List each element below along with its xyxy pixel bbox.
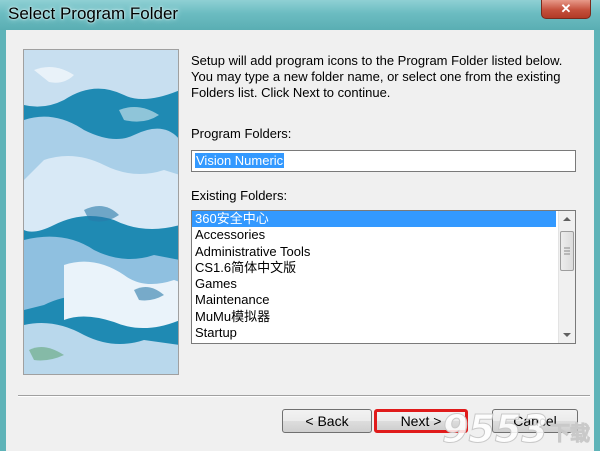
program-folders-label: Program Folders:	[191, 126, 292, 141]
instruction-text: Setup will add program icons to the Prog…	[191, 53, 563, 100]
footer-separator	[18, 395, 590, 397]
list-item[interactable]: MuMu模拟器	[192, 309, 556, 325]
title-bar[interactable]: Select Program Folder ✕	[0, 0, 600, 30]
list-item[interactable]: Startup	[192, 325, 556, 341]
list-item[interactable]: Games	[192, 276, 556, 292]
program-folder-value: Vision Numeric	[195, 153, 285, 168]
back-button[interactable]: < Back	[282, 409, 372, 433]
sky-map-graphic	[24, 50, 178, 374]
list-item[interactable]: Accessories	[192, 227, 556, 243]
list-item[interactable]: Administrative Tools	[192, 244, 556, 260]
watermark-graphic: 9553 下载	[442, 407, 591, 452]
dialog-body: Setup will add program icons to the Prog…	[6, 30, 594, 451]
side-banner-image	[23, 49, 179, 375]
dialog-window: Select Program Folder ✕ Setup will add p	[0, 0, 600, 452]
vertical-scrollbar[interactable]	[558, 211, 575, 343]
svg-text:9553: 9553	[442, 407, 548, 450]
close-icon: ✕	[560, 1, 572, 16]
existing-folders-list[interactable]: 360安全中心 Accessories Administrative Tools…	[191, 210, 576, 344]
close-button[interactable]: ✕	[541, 0, 591, 19]
scroll-thumb[interactable]	[560, 231, 574, 271]
window-title: Select Program Folder	[8, 4, 179, 23]
svg-text:下载: 下载	[550, 421, 590, 445]
list-item[interactable]: CS1.6简体中文版	[192, 260, 556, 276]
watermark-logo: 9553 下载	[438, 404, 598, 452]
list-item[interactable]: Maintenance	[192, 292, 556, 308]
folder-list-items: 360安全中心 Accessories Administrative Tools…	[192, 211, 556, 343]
scroll-up-arrow-icon[interactable]	[559, 211, 575, 227]
program-folder-input[interactable]: Vision Numeric	[191, 150, 576, 172]
existing-folders-label: Existing Folders:	[191, 188, 288, 203]
scroll-down-arrow-icon[interactable]	[559, 327, 575, 343]
list-item[interactable]: 360安全中心	[192, 211, 556, 228]
